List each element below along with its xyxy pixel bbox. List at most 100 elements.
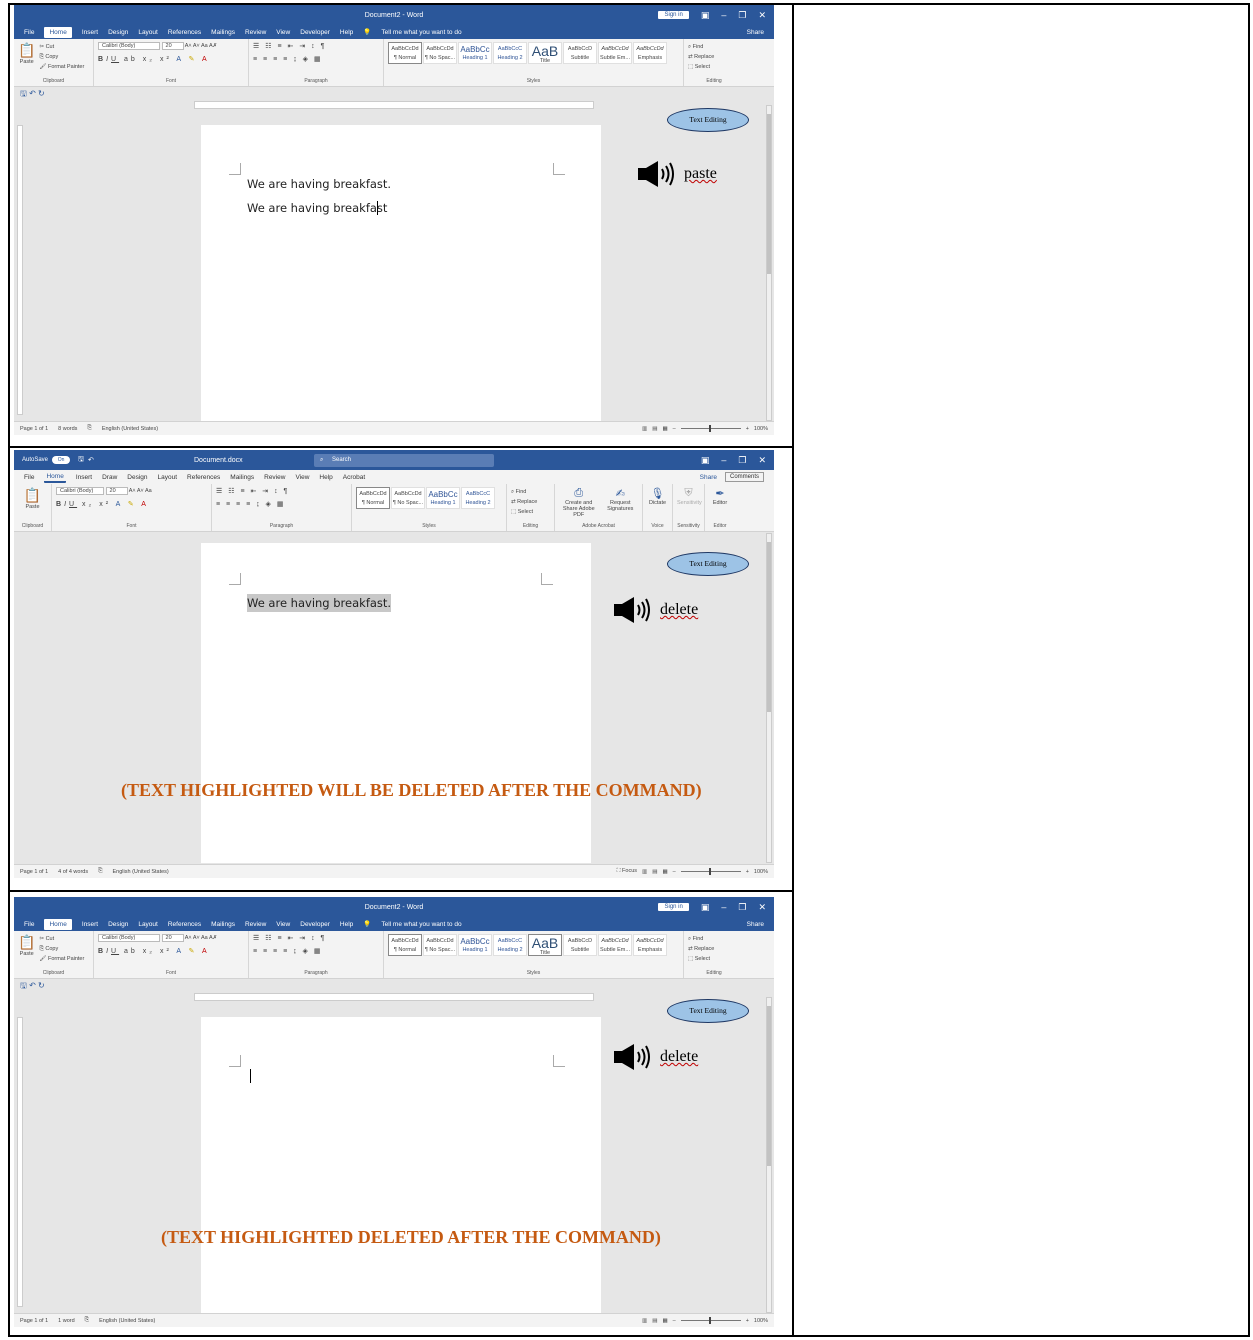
editor-button[interactable]: ✒ Editor bbox=[709, 487, 731, 506]
style-title[interactable]: AaB Title bbox=[528, 934, 562, 956]
proofing-icon[interactable]: ⎘ bbox=[98, 868, 102, 875]
tab-layout[interactable]: Layout bbox=[138, 29, 158, 36]
vertical-ruler[interactable] bbox=[17, 125, 23, 415]
close-icon[interactable]: ✕ bbox=[758, 455, 766, 466]
tab-acrobat[interactable]: Acrobat bbox=[343, 474, 365, 481]
tab-layout[interactable]: Layout bbox=[138, 921, 158, 928]
print-layout-icon[interactable]: ▤ bbox=[652, 426, 657, 432]
style-heading-1[interactable]: AaBbCc Heading 1 bbox=[458, 934, 492, 956]
tab-home[interactable]: Home bbox=[44, 918, 72, 930]
bullets-icon[interactable]: ☰ bbox=[253, 43, 261, 50]
redo-icon[interactable]: ↻ bbox=[38, 981, 45, 990]
change-case-icon[interactable]: Aa bbox=[145, 488, 152, 494]
replace-button[interactable]: ⇄ Replace bbox=[688, 52, 740, 62]
zoom-level[interactable]: 100% bbox=[754, 1318, 768, 1324]
underline-icon[interactable]: U bbox=[69, 501, 77, 508]
word-count[interactable]: 8 words bbox=[58, 426, 77, 432]
pilcrow-icon[interactable]: ¶ bbox=[321, 43, 327, 50]
style-heading-2[interactable]: AaBbCcC Heading 2 bbox=[493, 934, 527, 956]
text-effects-icon[interactable]: A bbox=[116, 501, 123, 508]
tab-review[interactable]: Review bbox=[245, 921, 266, 928]
tab-developer[interactable]: Developer bbox=[300, 921, 330, 928]
tab-design[interactable]: Design bbox=[127, 474, 147, 481]
minimize-icon[interactable]: – bbox=[721, 455, 726, 465]
font-name-dropdown[interactable]: Calibri (Body) bbox=[56, 487, 104, 495]
zoom-level[interactable]: 100% bbox=[754, 426, 768, 432]
ribbon-display-icon[interactable]: ▣ bbox=[701, 10, 710, 21]
style-emphasis[interactable]: AaBbCcDd Emphasis bbox=[633, 934, 667, 956]
minimize-icon[interactable]: – bbox=[721, 902, 726, 912]
zoom-level[interactable]: 100% bbox=[754, 869, 768, 875]
tab-mailings[interactable]: Mailings bbox=[230, 474, 254, 481]
font-color-icon[interactable]: A bbox=[202, 56, 210, 63]
word-count[interactable]: 4 of 4 words bbox=[58, 869, 88, 875]
sort-icon[interactable]: ↕ bbox=[311, 43, 317, 50]
restore-icon[interactable]: ❐ bbox=[738, 10, 746, 21]
web-layout-icon[interactable]: ▦ bbox=[662, 426, 667, 432]
highlight-icon[interactable]: ✎ bbox=[189, 56, 198, 63]
grow-font-icon[interactable]: A˄ bbox=[185, 43, 192, 49]
font-name-dropdown[interactable]: Calibri (Body) bbox=[98, 934, 160, 942]
tab-developer[interactable]: Developer bbox=[300, 29, 330, 36]
change-case-icon[interactable]: Aa bbox=[201, 43, 208, 49]
change-case-icon[interactable]: Aa bbox=[201, 935, 208, 941]
print-layout-icon[interactable]: ▤ bbox=[652, 869, 657, 875]
read-mode-icon[interactable]: ▥ bbox=[642, 869, 647, 875]
highlight-icon[interactable]: ✎ bbox=[189, 948, 198, 955]
share-button[interactable]: Share bbox=[747, 29, 764, 36]
shrink-font-icon[interactable]: A˅ bbox=[193, 935, 200, 941]
text-effects-icon[interactable]: A bbox=[176, 56, 183, 63]
select-button[interactable]: ⬚ Select bbox=[688, 954, 740, 964]
tab-insert[interactable]: Insert bbox=[82, 921, 98, 928]
autosave-toggle[interactable]: AutoSave On bbox=[22, 456, 71, 464]
find-button[interactable]: ⌕ Find bbox=[688, 42, 740, 52]
style-no-spacing[interactable]: AaBbCcDd ¶ No Spac... bbox=[391, 487, 425, 509]
tab-draw[interactable]: Draw bbox=[102, 474, 117, 481]
clear-formatting-icon[interactable]: A✗ bbox=[209, 935, 217, 941]
tab-references[interactable]: References bbox=[168, 29, 201, 36]
undo-icon[interactable]: ↶ bbox=[29, 89, 36, 98]
paste-button[interactable]: 📋 Paste bbox=[18, 934, 35, 964]
language-status[interactable]: English (United States) bbox=[99, 1318, 155, 1324]
subscript-icon[interactable]: x₂ bbox=[143, 56, 155, 63]
doc-line-2[interactable]: We are having breakfast bbox=[247, 201, 387, 215]
superscript-icon[interactable]: x² bbox=[160, 948, 172, 955]
page-count[interactable]: Page 1 of 1 bbox=[20, 1318, 48, 1324]
copy-button[interactable]: ⎘ Copy bbox=[39, 52, 84, 62]
ribbon-display-icon[interactable]: ▣ bbox=[701, 902, 710, 913]
tab-help[interactable]: Help bbox=[319, 474, 332, 481]
style-subtle-emphasis[interactable]: AaBbCcDd Subtle Em... bbox=[598, 42, 632, 64]
tell-me-box[interactable]: Tell me what you want to do bbox=[381, 29, 461, 36]
style-normal[interactable]: AaBbCcDd ¶ Normal bbox=[388, 42, 422, 64]
tab-mailings[interactable]: Mailings bbox=[211, 921, 235, 928]
find-button[interactable]: ⌕ Find bbox=[511, 487, 550, 497]
vertical-scrollbar[interactable] bbox=[766, 105, 772, 421]
tab-view[interactable]: View bbox=[276, 921, 290, 928]
shading-icon[interactable]: ◈ bbox=[303, 56, 310, 63]
vertical-scrollbar[interactable] bbox=[766, 533, 772, 863]
undo-icon[interactable]: ↶ bbox=[88, 456, 94, 464]
style-subtitle[interactable]: AaBbCcD Subtitle bbox=[563, 934, 597, 956]
create-share-pdf-button[interactable]: ⎙ Create and Share Adobe PDF bbox=[559, 487, 598, 518]
vertical-scrollbar[interactable] bbox=[766, 997, 772, 1313]
tab-design[interactable]: Design bbox=[108, 921, 128, 928]
borders-icon[interactable]: ▦ bbox=[314, 56, 323, 63]
tab-design[interactable]: Design bbox=[108, 29, 128, 36]
format-painter-button[interactable]: 🖌 Format Painter bbox=[39, 954, 84, 964]
grow-font-icon[interactable]: A˄ bbox=[185, 935, 192, 941]
ribbon-display-icon[interactable]: ▣ bbox=[701, 455, 710, 466]
save-icon[interactable]: 🖫 bbox=[78, 455, 84, 466]
request-signatures-button[interactable]: ✍ Request Signatures bbox=[602, 487, 638, 518]
decrease-indent-icon[interactable]: ⇤ bbox=[288, 43, 296, 50]
page-count[interactable]: Page 1 of 1 bbox=[20, 426, 48, 432]
tab-help[interactable]: Help bbox=[340, 921, 353, 928]
sign-in-button[interactable]: Sign in bbox=[658, 11, 689, 19]
grow-font-icon[interactable]: A˄ bbox=[129, 488, 136, 494]
language-status[interactable]: English (United States) bbox=[113, 869, 169, 875]
superscript-icon[interactable]: x² bbox=[99, 501, 111, 508]
superscript-icon[interactable]: x² bbox=[160, 56, 172, 63]
web-layout-icon[interactable]: ▦ bbox=[662, 1318, 667, 1324]
style-title[interactable]: AaB Title bbox=[528, 42, 562, 64]
tab-file[interactable]: File bbox=[24, 921, 34, 928]
word-count[interactable]: 1 word bbox=[58, 1318, 75, 1324]
